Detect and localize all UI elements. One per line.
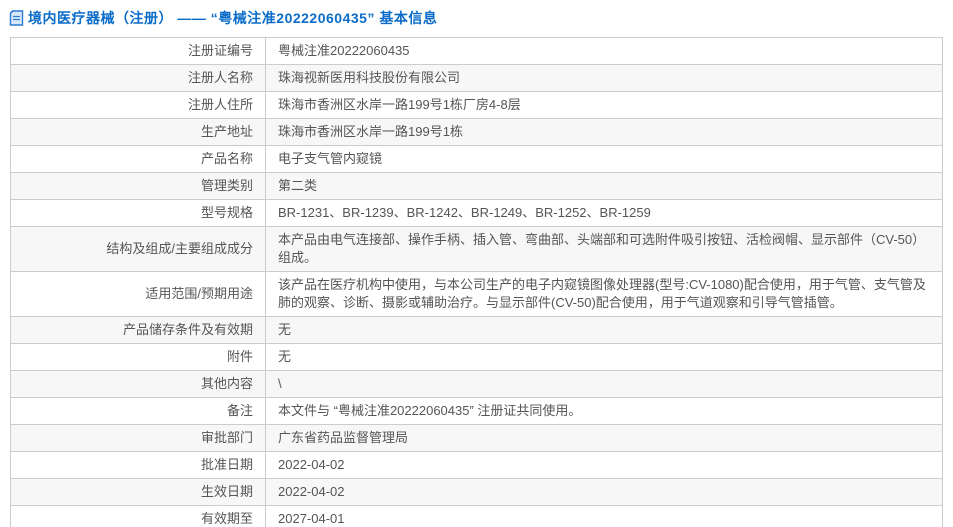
row-label: 产品名称	[10, 145, 266, 173]
row-value: 本产品由电气连接部、操作手柄、插入管、弯曲部、头端部和可选附件吸引按钮、活检阀帽…	[265, 226, 943, 272]
row-value: 本文件与 “粤械注准20222060435” 注册证共同使用。	[265, 397, 943, 425]
row-label: 适用范围/预期用途	[10, 271, 266, 317]
table-row: 有效期至 2027-04-01	[10, 505, 943, 527]
row-value: 珠海市香洲区水岸一路199号1栋	[265, 118, 943, 146]
row-label: 注册证编号	[10, 37, 266, 65]
page-title: 境内医疗器械（注册） —— “粤械注准20222060435” 基本信息	[28, 10, 438, 26]
table-row: 批准日期 2022-04-02	[10, 451, 943, 479]
row-value: 粤械注准20222060435	[265, 37, 943, 65]
document-icon	[9, 10, 24, 26]
row-value: \	[265, 370, 943, 398]
row-value: 珠海市香洲区水岸一路199号1栋厂房4-8层	[265, 91, 943, 119]
row-value: 第二类	[265, 172, 943, 200]
table-row: 注册人住所 珠海市香洲区水岸一路199号1栋厂房4-8层	[10, 91, 943, 119]
table-row: 生效日期 2022-04-02	[10, 478, 943, 506]
row-label: 审批部门	[10, 424, 266, 452]
table-row: 其他内容 \	[10, 370, 943, 398]
row-label: 附件	[10, 343, 266, 371]
row-label: 生效日期	[10, 478, 266, 506]
table-row: 适用范围/预期用途 该产品在医疗机构中使用，与本公司生产的电子内窥镜图像处理器(…	[10, 271, 943, 317]
device-info-table: 注册证编号 粤械注准20222060435 注册人名称 珠海视新医用科技股份有限…	[10, 37, 943, 527]
row-label: 产品储存条件及有效期	[10, 316, 266, 344]
row-label: 注册人名称	[10, 64, 266, 92]
row-label: 有效期至	[10, 505, 266, 527]
table-row: 产品名称 电子支气管内窥镜	[10, 145, 943, 173]
row-label: 管理类别	[10, 172, 266, 200]
page-header: 境内医疗器械（注册） —— “粤械注准20222060435” 基本信息	[0, 0, 953, 29]
row-value: 2022-04-02	[265, 478, 943, 506]
row-label: 注册人住所	[10, 91, 266, 119]
table-row: 审批部门 广东省药品监督管理局	[10, 424, 943, 452]
row-label: 备注	[10, 397, 266, 425]
table-row: 型号规格 BR-1231、BR-1239、BR-1242、BR-1249、BR-…	[10, 199, 943, 227]
row-label: 批准日期	[10, 451, 266, 479]
row-value: 该产品在医疗机构中使用，与本公司生产的电子内窥镜图像处理器(型号:CV-1080…	[265, 271, 943, 317]
table-row: 生产地址 珠海市香洲区水岸一路199号1栋	[10, 118, 943, 146]
table-row: 注册人名称 珠海视新医用科技股份有限公司	[10, 64, 943, 92]
row-label: 结构及组成/主要组成成分	[10, 226, 266, 272]
info-table-body: 注册证编号 粤械注准20222060435 注册人名称 珠海视新医用科技股份有限…	[10, 37, 943, 527]
row-value: 电子支气管内窥镜	[265, 145, 943, 173]
table-row: 管理类别 第二类	[10, 172, 943, 200]
row-value: 珠海视新医用科技股份有限公司	[265, 64, 943, 92]
row-value: 无	[265, 343, 943, 371]
row-value: 广东省药品监督管理局	[265, 424, 943, 452]
table-row: 注册证编号 粤械注准20222060435	[10, 37, 943, 65]
row-value: BR-1231、BR-1239、BR-1242、BR-1249、BR-1252、…	[265, 199, 943, 227]
row-label: 型号规格	[10, 199, 266, 227]
table-row: 备注 本文件与 “粤械注准20222060435” 注册证共同使用。	[10, 397, 943, 425]
table-row: 附件 无	[10, 343, 943, 371]
row-value: 2027-04-01	[265, 505, 943, 527]
row-label: 生产地址	[10, 118, 266, 146]
row-value: 无	[265, 316, 943, 344]
row-value: 2022-04-02	[265, 451, 943, 479]
row-label: 其他内容	[10, 370, 266, 398]
table-row: 结构及组成/主要组成成分 本产品由电气连接部、操作手柄、插入管、弯曲部、头端部和…	[10, 226, 943, 272]
table-row: 产品储存条件及有效期 无	[10, 316, 943, 344]
